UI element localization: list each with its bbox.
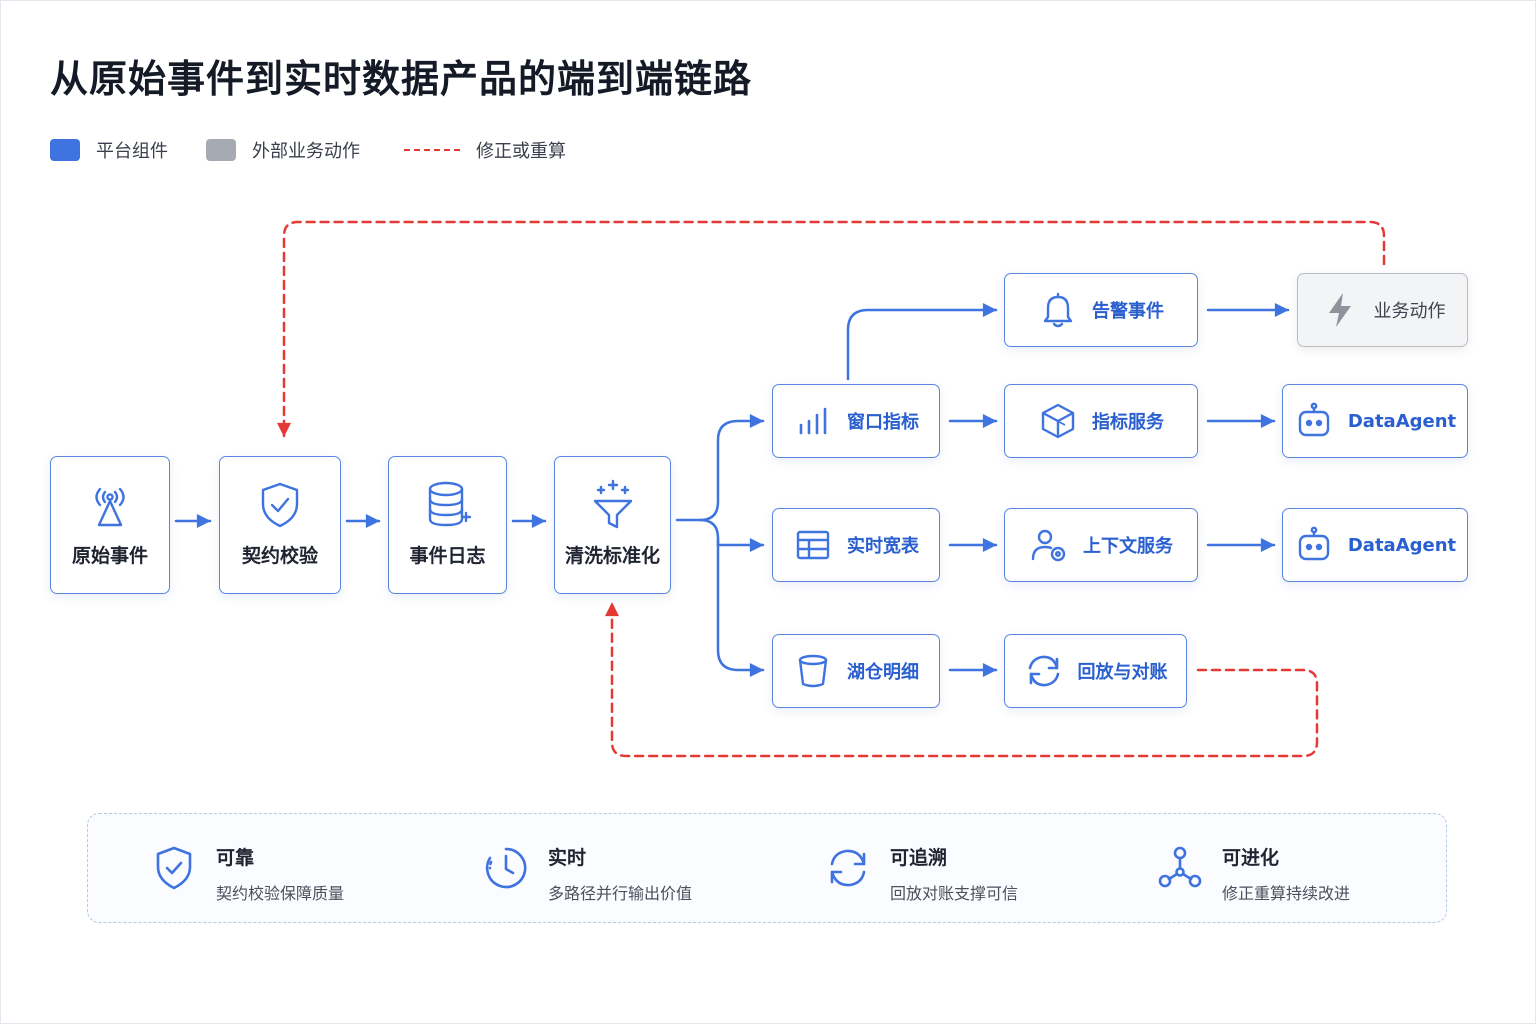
node-event-log[interactable]: 事件日志 (388, 456, 507, 594)
arrow-clean-to-lake (716, 538, 765, 677)
node-alert-events[interactable]: 告警事件 (1004, 273, 1198, 347)
shield-check-icon (261, 482, 299, 528)
clock-icon (485, 847, 527, 889)
node-raw-events[interactable]: 原始事件 (50, 456, 170, 594)
node-realtime-wide-table[interactable]: 实时宽表 (772, 508, 940, 582)
feature-title: 可追溯 (890, 847, 948, 869)
feature-desc: 契约校验保障质量 (216, 884, 345, 903)
node-clean-standardize[interactable]: 清洗标准化 (554, 456, 671, 594)
node-label: 清洗标准化 (564, 545, 660, 567)
bucket-icon (798, 654, 828, 688)
node-label: 告警事件 (1092, 301, 1164, 322)
node-context-service[interactable]: 上下文服务 (1004, 508, 1198, 582)
database-icon (428, 481, 471, 527)
node-replay-reconcile[interactable]: 回放与对账 (1004, 634, 1187, 708)
robot-icon (1298, 402, 1330, 437)
node-label: 窗口指标 (847, 412, 919, 433)
feature-desc: 修正重算持续改进 (1222, 884, 1351, 903)
feature-desc: 回放对账支撑可信 (890, 884, 1019, 903)
graph-nodes-icon (1158, 846, 1202, 888)
feature-panel: 可靠 契约校验保障质量 实时 多路径并行输出价值 可追溯 回放对账支撑可信 可进… (87, 813, 1447, 923)
node-label: 原始事件 (71, 545, 148, 567)
node-dataagent-2[interactable]: DataAgent (1282, 508, 1468, 582)
arrow-window-to-alert (846, 303, 998, 381)
feature-title: 实时 (548, 847, 587, 869)
node-window-metrics[interactable]: 窗口指标 (772, 384, 940, 458)
feature-traceable: 可追溯 回放对账支撑可信 (824, 838, 1018, 904)
node-label: 实时宽表 (847, 536, 919, 557)
arrow-clean-to-wide (698, 518, 765, 552)
feature-evolvable: 可进化 修正重算持续改进 (1156, 838, 1350, 904)
refresh-icon (830, 849, 866, 887)
feature-title: 可进化 (1222, 847, 1280, 869)
antenna-icon (95, 487, 125, 527)
node-contract-check[interactable]: 契约校验 (219, 456, 341, 594)
robot-icon (1298, 526, 1330, 561)
user-settings-icon (1031, 529, 1066, 562)
node-label: 业务动作 (1373, 301, 1446, 322)
table-icon (796, 530, 830, 560)
feature-realtime: 实时 多路径并行输出价值 (482, 838, 692, 904)
node-label: DataAgent (1347, 410, 1457, 432)
node-lakehouse-detail[interactable]: 湖仓明细 (772, 634, 940, 708)
node-dataagent-1[interactable]: DataAgent (1282, 384, 1468, 458)
feature-reliable: 可靠 契约校验保障质量 (150, 838, 344, 904)
arrow-clean-to-window (675, 414, 765, 522)
node-label: DataAgent (1347, 534, 1457, 556)
node-label: 事件日志 (409, 545, 486, 567)
shield-check-icon (156, 846, 192, 890)
feature-title: 可靠 (216, 847, 255, 869)
funnel-sparkle-icon (593, 479, 632, 529)
node-label: 湖仓明细 (847, 662, 919, 683)
bell-icon (1043, 292, 1073, 328)
node-label: 上下文服务 (1083, 536, 1173, 557)
node-business-action[interactable]: 业务动作 (1297, 273, 1468, 347)
node-label: 回放与对账 (1077, 662, 1168, 683)
node-label: 契约校验 (241, 545, 318, 567)
refresh-icon (1028, 655, 1059, 687)
bar-chart-icon (799, 407, 827, 435)
cube-icon (1041, 403, 1075, 439)
node-metric-service[interactable]: 指标服务 (1004, 384, 1198, 458)
lightning-icon (1328, 293, 1351, 327)
node-label: 指标服务 (1092, 412, 1164, 433)
feature-desc: 多路径并行输出价值 (548, 884, 693, 903)
